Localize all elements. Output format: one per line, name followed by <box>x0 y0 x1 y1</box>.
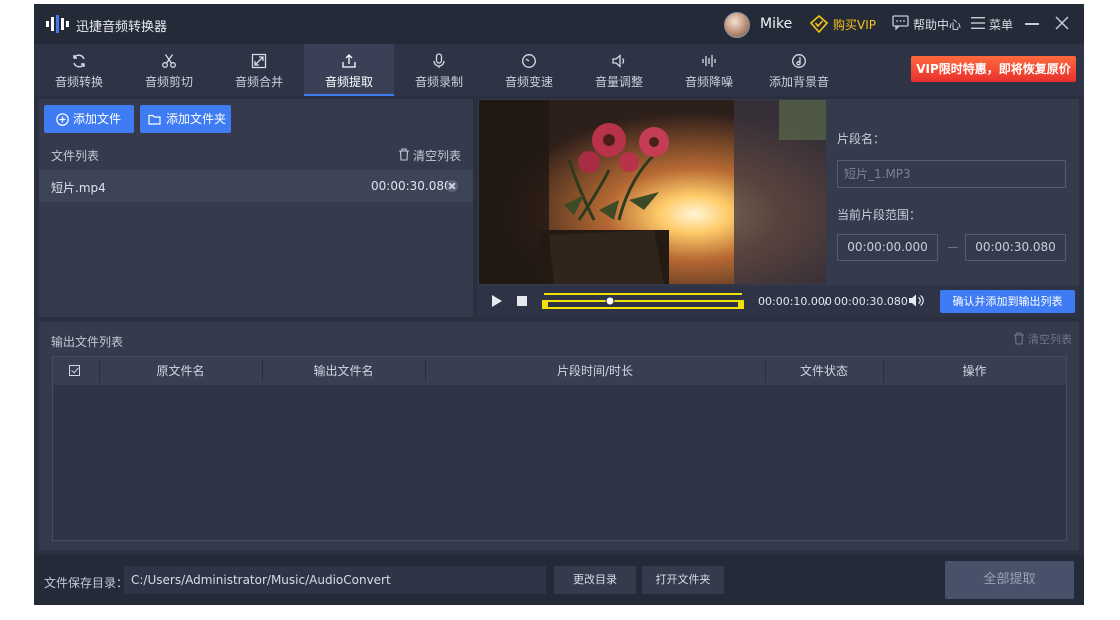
tab-audio-speed[interactable]: 音频变速 <box>484 44 574 96</box>
close-icon[interactable] <box>1055 16 1069 30</box>
tab-noise-reduction[interactable]: 音频降噪 <box>664 44 754 96</box>
add-folder-label: 添加文件夹 <box>166 112 227 126</box>
plus-circle-icon <box>56 113 69 126</box>
clear-file-list-button[interactable]: 清空列表 <box>413 147 461 164</box>
file-name: 短片.mp4 <box>51 181 106 195</box>
menu-icon[interactable] <box>971 17 985 29</box>
export-icon <box>342 54 356 68</box>
add-folder-button[interactable]: 添加文件夹 <box>140 105 231 133</box>
app-window: 迅捷音频转换器 Mike 购买VIP 帮助中心 菜单 音频转换 音频剪切 音频合… <box>34 4 1084 605</box>
save-dir-field[interactable]: C:/Users/Administrator/Music/AudioConver… <box>124 566 546 594</box>
column-segment-time: 片段时间/时长 <box>556 364 634 378</box>
add-file-button[interactable]: 添加文件 <box>44 105 134 133</box>
extract-all-button[interactable]: 全部提取 <box>945 561 1074 599</box>
app-logo-icon <box>46 15 69 33</box>
save-dir-label: 文件保存目录： <box>44 576 129 590</box>
table-header: 原文件名 输出文件名 片段时间/时长 文件状态 操作 <box>53 357 1066 385</box>
tab-audio-merge[interactable]: 音频合并 <box>214 44 304 96</box>
tab-audio-extract[interactable]: 音频提取 <box>304 44 394 96</box>
output-table: 原文件名 输出文件名 片段时间/时长 文件状态 操作 <box>52 356 1067 541</box>
tab-audio-convert[interactable]: 音频转换 <box>34 44 124 96</box>
open-folder-button[interactable]: 打开文件夹 <box>642 566 724 594</box>
username[interactable]: Mike <box>760 16 792 32</box>
video-preview[interactable] <box>479 100 826 284</box>
minimize-icon[interactable] <box>1025 23 1039 25</box>
tab-label: 音频合并 <box>234 75 283 89</box>
tab-label: 音频转换 <box>54 75 103 89</box>
trim-start-handle <box>542 301 548 309</box>
refresh-icon <box>73 54 85 68</box>
file-duration: 00:00:30.080 <box>371 179 452 193</box>
clip-editor-panel: 00:00:10.000 / 00:00:30.080 确认并添加到输出列表 片… <box>478 99 1079 317</box>
trim-end-handle <box>738 301 744 309</box>
speaker-icon[interactable] <box>908 293 925 308</box>
time-separator: / <box>824 295 828 308</box>
title-bar: 迅捷音频转换器 Mike 购买VIP 帮助中心 菜单 <box>34 4 1084 44</box>
buy-vip-link[interactable]: 购买VIP <box>833 16 876 33</box>
column-file-status: 文件状态 <box>799 364 848 378</box>
file-list-label: 文件列表 <box>51 149 100 163</box>
merge-icon <box>251 53 267 69</box>
confirm-add-to-output-button[interactable]: 确认并添加到输出列表 <box>940 290 1075 313</box>
avatar[interactable] <box>724 12 750 38</box>
tab-label: 音频降噪 <box>684 75 733 89</box>
speed-icon <box>522 54 536 68</box>
volume-icon <box>612 54 625 68</box>
range-dash <box>948 247 958 248</box>
current-time: 00:00:10.000 <box>758 295 832 308</box>
player-controls: 00:00:10.000 / 00:00:30.080 确认并添加到输出列表 <box>478 285 1079 317</box>
menu-link[interactable]: 菜单 <box>989 16 1013 33</box>
select-all-checkbox[interactable] <box>69 365 80 376</box>
tab-label: 音频剪切 <box>144 75 193 89</box>
tab-label: 音频录制 <box>414 75 463 89</box>
trim-timeline[interactable] <box>542 293 744 309</box>
segment-name-label: 片段名： <box>837 132 886 146</box>
vip-diamond-icon[interactable] <box>810 15 828 33</box>
remove-file-icon[interactable] <box>446 180 458 192</box>
tab-label: 音量调整 <box>594 75 643 89</box>
column-output-name: 输出文件名 <box>313 364 374 378</box>
tab-add-background-music[interactable]: 添加背景音 <box>754 44 844 96</box>
folder-icon <box>148 114 161 125</box>
tab-label: 音频提取 <box>324 75 373 89</box>
vip-promo-banner[interactable]: VIP限时特惠，即将恢复原价 <box>911 56 1076 82</box>
feature-toolbar: 音频转换 音频剪切 音频合并 音频提取 音频录制 音频变速 音量调整 音频降噪 <box>34 44 1084 96</box>
total-time: 00:00:30.080 <box>834 295 908 308</box>
change-dir-button[interactable]: 更改目录 <box>554 566 636 594</box>
tab-audio-cut[interactable]: 音频剪切 <box>124 44 214 96</box>
scissors-icon <box>162 54 176 68</box>
trash-icon[interactable] <box>398 148 410 161</box>
clear-output-list-button[interactable]: 清空列表 <box>1028 331 1072 347</box>
tab-volume-adjust[interactable]: 音量调整 <box>574 44 664 96</box>
play-icon[interactable] <box>492 295 502 307</box>
tab-label: 音频变速 <box>504 75 553 89</box>
tab-label: 添加背景音 <box>768 75 829 89</box>
select-all-column[interactable] <box>53 357 99 385</box>
segment-range-label: 当前片段范围： <box>837 208 922 222</box>
app-title: 迅捷音频转换器 <box>76 20 168 35</box>
bottom-bar: 文件保存目录： C:/Users/Administrator/Music/Aud… <box>34 555 1084 605</box>
playhead-knob <box>605 296 615 306</box>
output-list-panel: 输出文件列表 清空列表 原文件名 输出文件名 片段时间/时长 文件状态 操作 <box>39 322 1079 550</box>
file-list-panel: 添加文件 添加文件夹 文件列表 清空列表 短片.mp4 00:00:30.080 <box>39 99 473 317</box>
tab-audio-record[interactable]: 音频录制 <box>394 44 484 96</box>
file-row[interactable]: 短片.mp4 00:00:30.080 <box>39 170 473 202</box>
help-center-link[interactable]: 帮助中心 <box>913 16 961 33</box>
microphone-icon <box>433 53 445 68</box>
segment-end-field[interactable]: 00:00:30.080 <box>965 234 1066 261</box>
add-file-label: 添加文件 <box>73 112 122 126</box>
output-list-title: 输出文件列表 <box>51 335 124 349</box>
stop-icon[interactable] <box>517 296 527 306</box>
music-disc-icon <box>792 54 806 68</box>
chat-help-icon[interactable] <box>892 15 909 30</box>
column-actions: 操作 <box>962 364 987 378</box>
waveform-icon <box>702 55 716 67</box>
segment-name-field[interactable]: 短片_1.MP3 <box>837 160 1066 188</box>
trash-icon[interactable] <box>1013 332 1025 345</box>
segment-start-field[interactable]: 00:00:00.000 <box>837 234 938 261</box>
column-original-name: 原文件名 <box>156 364 205 378</box>
